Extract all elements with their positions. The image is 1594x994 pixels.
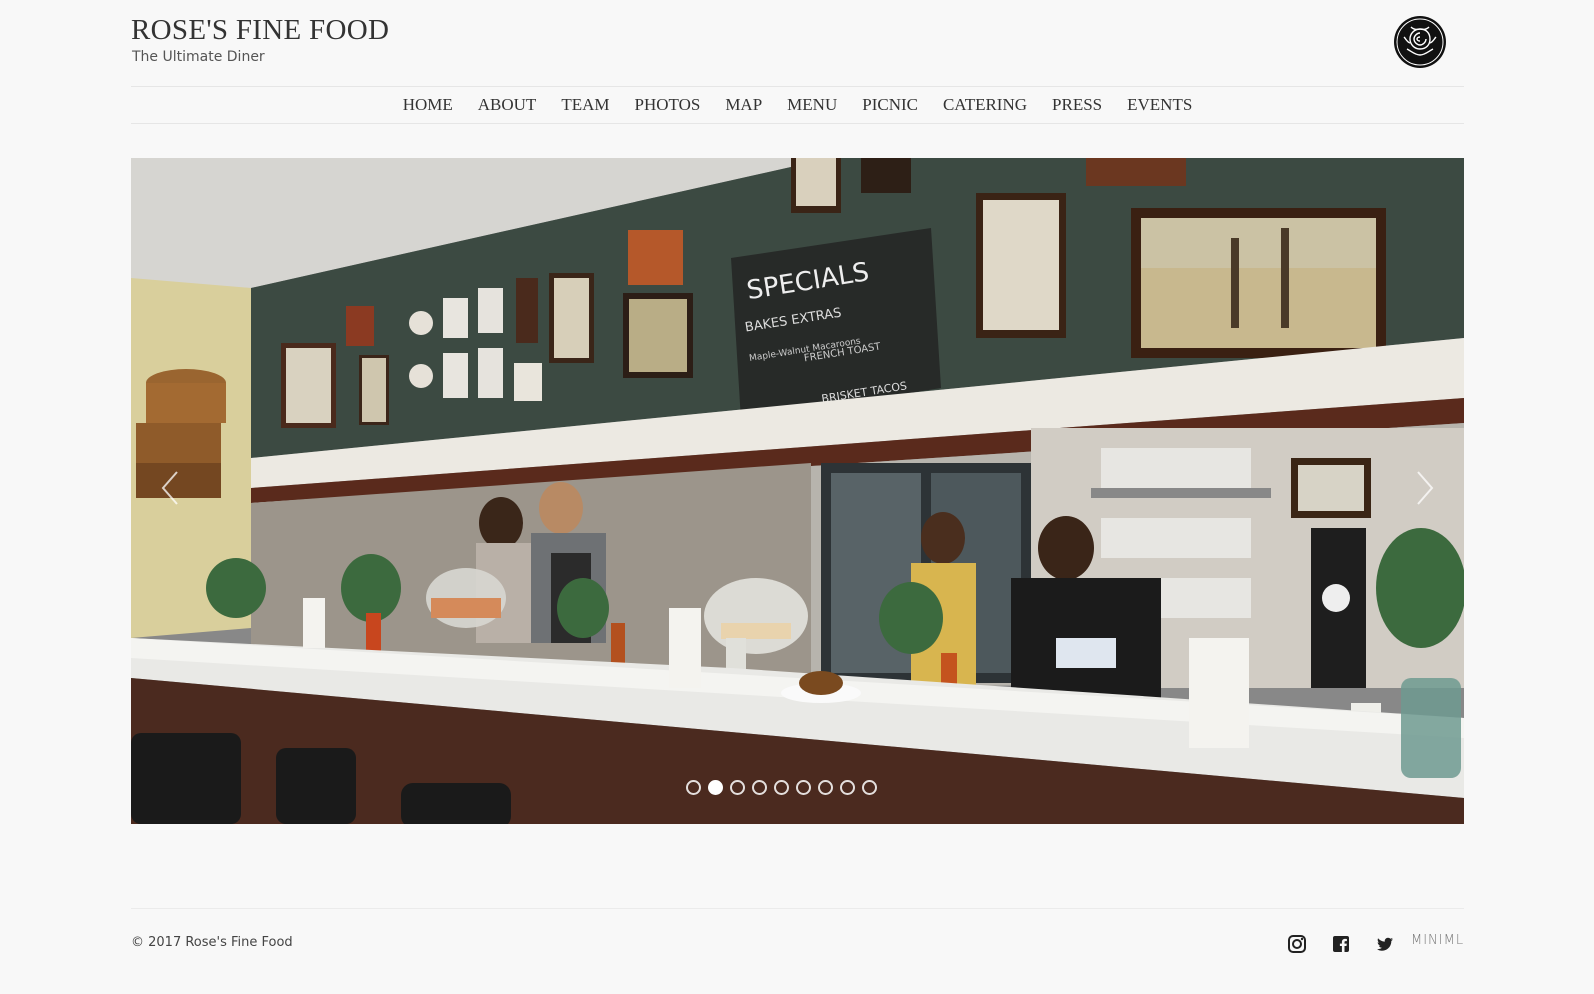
footer-divider [131,908,1464,909]
rose-badge-icon[interactable] [1393,15,1447,69]
site-title[interactable]: ROSE'S FINE FOOD [131,14,389,47]
nav-item-photos[interactable]: PHOTOS [634,95,700,115]
nav-item-about[interactable]: ABOUT [478,95,537,115]
slider-dot[interactable] [752,780,767,795]
nav-item-events[interactable]: EVENTS [1127,95,1192,115]
hero-slider[interactable]: SPECIALS BAKES EXTRAS Maple-Walnut Macar… [131,158,1464,824]
slider-dot[interactable] [818,780,833,795]
instagram-icon[interactable] [1287,934,1307,954]
slider-pagination [686,780,877,795]
nav-item-press[interactable]: PRESS [1052,95,1102,115]
nav-item-home[interactable]: HOME [403,95,453,115]
diner-counter-photo: SPECIALS BAKES EXTRAS Maple-Walnut Macar… [131,158,1464,824]
slider-dot[interactable] [774,780,789,795]
nav-item-menu[interactable]: MENU [787,95,837,115]
site-tagline: The Ultimate Diner [132,49,265,65]
chevron-right-icon[interactable] [1404,458,1444,518]
slider-dot-active[interactable] [708,780,723,795]
slider-dot[interactable] [686,780,701,795]
slider-dot[interactable] [862,780,877,795]
chevron-left-icon[interactable] [151,458,191,518]
nav-item-team[interactable]: TEAM [561,95,609,115]
slider-dot[interactable] [796,780,811,795]
nav-item-catering[interactable]: CATERING [943,95,1027,115]
nav-bottom-divider [131,123,1464,124]
main-navigation: HOME ABOUT TEAM PHOTOS MAP MENU PICNIC C… [131,87,1464,123]
slider-dot[interactable] [730,780,745,795]
nav-item-map[interactable]: MAP [725,95,762,115]
copyright-text: © 2017 Rose's Fine Food [131,935,293,950]
facebook-icon[interactable] [1331,934,1351,954]
nav-item-picnic[interactable]: PICNIC [862,95,918,115]
theme-credit-link[interactable]: MINIML [1411,933,1464,948]
slider-dot[interactable] [840,780,855,795]
twitter-icon[interactable] [1375,934,1395,954]
